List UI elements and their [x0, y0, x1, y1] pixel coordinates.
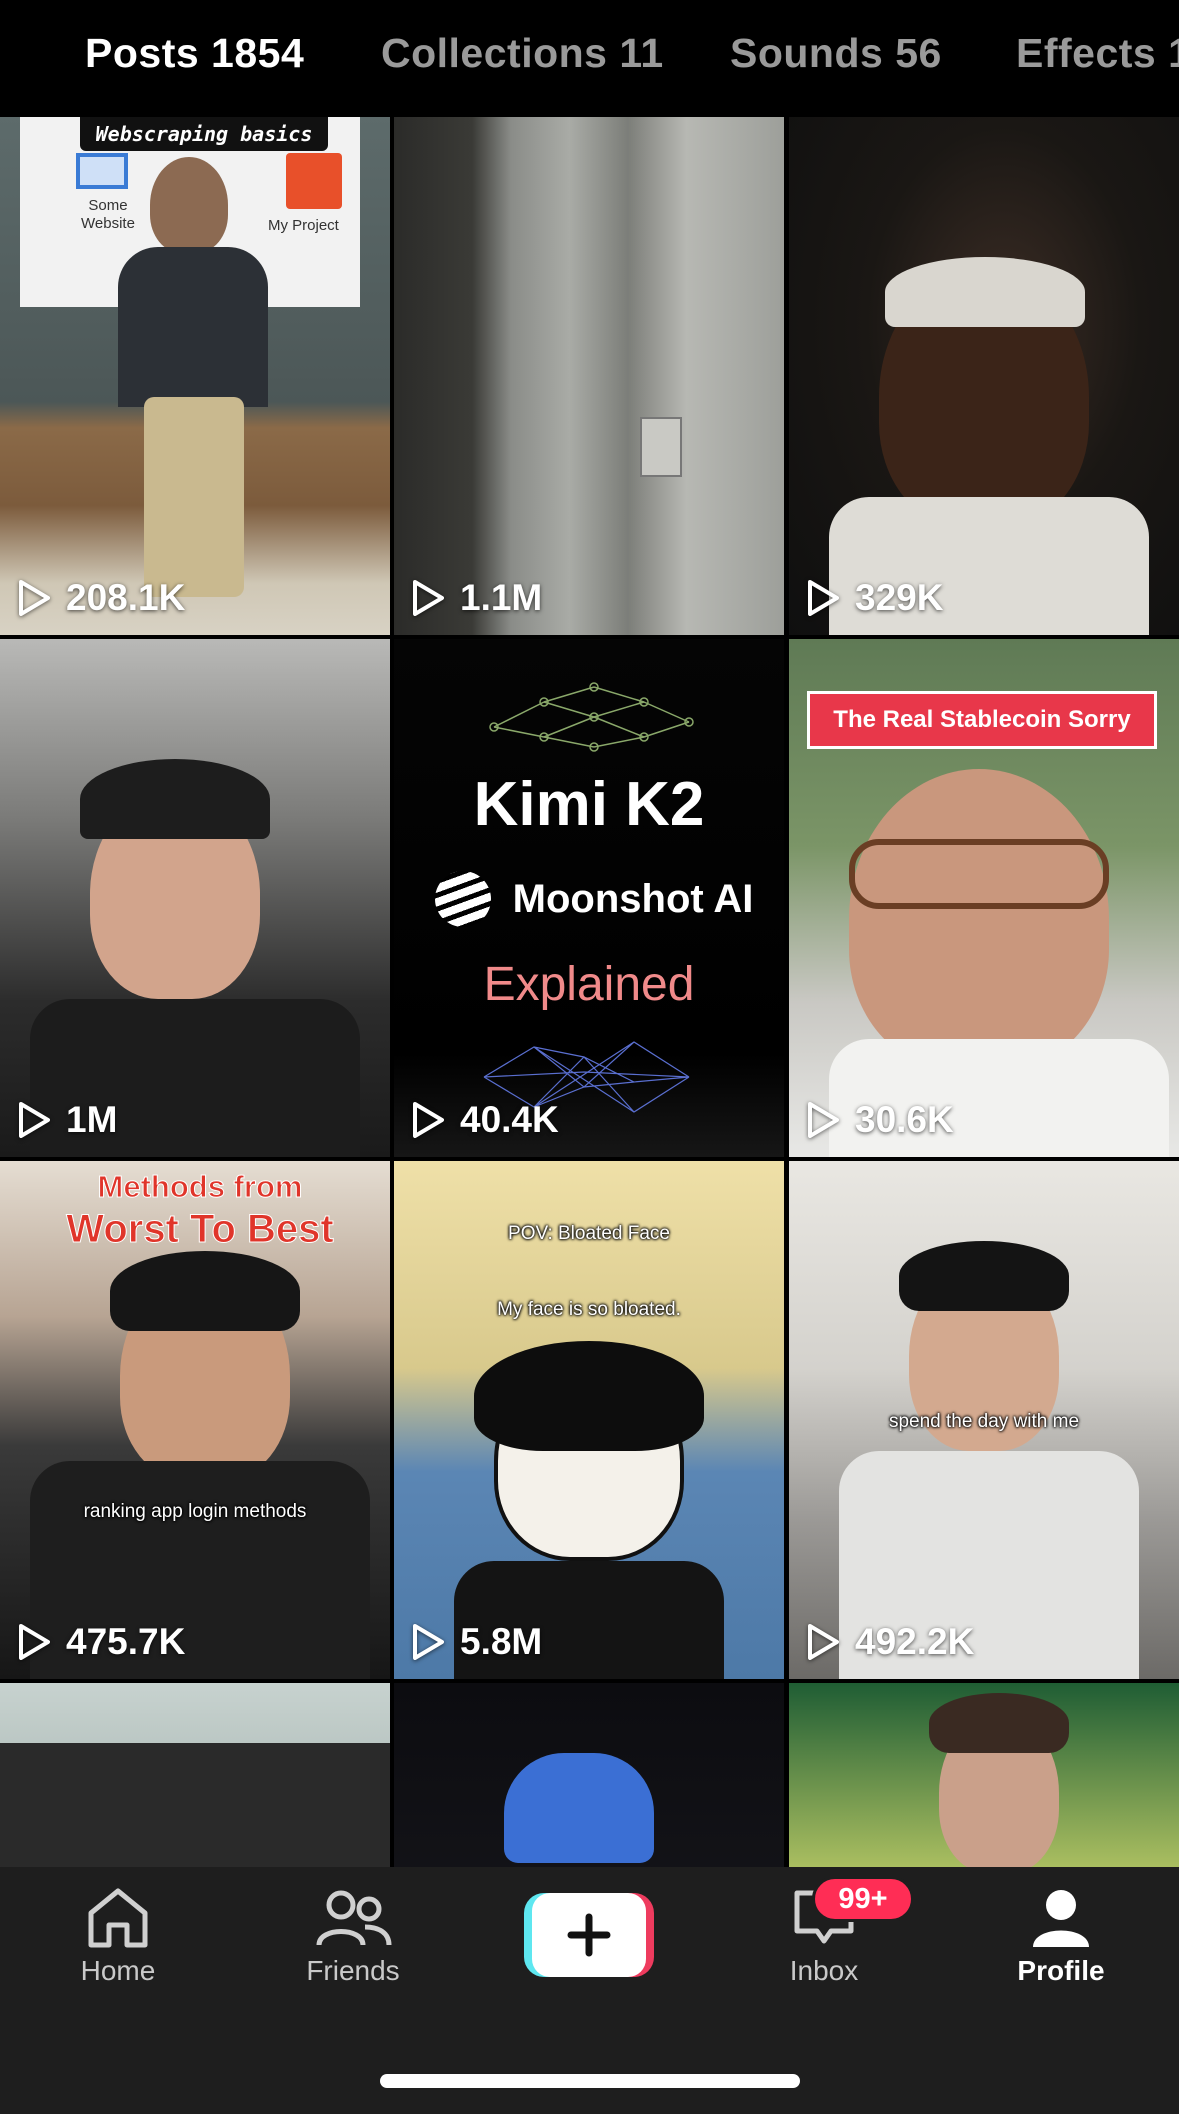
view-count: 40.4K: [410, 1099, 559, 1141]
view-count-label: 1M: [66, 1099, 118, 1140]
tab-posts[interactable]: Posts 1854: [85, 30, 304, 77]
view-count-label: 1.1M: [460, 577, 543, 618]
thumbnail-brand: Moonshot AI: [414, 871, 774, 927]
laptop-screen: [0, 1743, 390, 1867]
tab-sounds[interactable]: Sounds 56: [730, 30, 942, 77]
thumbnail-caption: POV: Bloated Face: [508, 1223, 670, 1244]
laptop-icon: [76, 153, 128, 189]
play-icon: [808, 580, 839, 616]
view-count: 329K: [805, 577, 943, 619]
video-tile[interactable]: spend the day with me 492.2K: [789, 1161, 1179, 1679]
view-count: 208.1K: [16, 577, 185, 619]
person-figure: [150, 157, 228, 253]
nav-friends-label: Friends: [306, 1955, 400, 1986]
brand-name: Moonshot AI: [512, 876, 754, 921]
cartoon-hair: [474, 1341, 704, 1451]
view-count: 1.1M: [410, 577, 542, 619]
video-grid: Webscraping basics Some Website My Proje…: [0, 117, 1179, 1867]
project-icon: [286, 153, 342, 209]
view-count: 1M: [16, 1099, 117, 1141]
nav-inbox-label: Inbox: [789, 1955, 859, 1986]
view-count: 492.2K: [805, 1621, 974, 1663]
thumbnail-subtitle: Explained: [483, 958, 695, 1011]
home-indicator: [380, 2074, 800, 2088]
profile-icon: [1033, 1890, 1089, 1947]
moonshot-logo-icon: [434, 871, 491, 927]
video-tile[interactable]: 1.1M: [394, 117, 784, 635]
glasses: [849, 839, 1109, 909]
video-tile[interactable]: Webscraping basics Some Website My Proje…: [0, 117, 390, 635]
person-figure: [118, 247, 268, 407]
nav-profile[interactable]: Profile: [981, 1885, 1141, 1987]
view-count: 30.6K: [805, 1099, 954, 1141]
play-icon: [808, 1102, 839, 1138]
nav-profile-label: Profile: [1017, 1955, 1105, 1986]
video-tile[interactable]: [0, 1683, 390, 1867]
video-tile[interactable]: [789, 1683, 1179, 1867]
thumbnail-title: Methods from: [97, 1169, 303, 1205]
friends-icon: [316, 1890, 392, 1946]
play-icon: [413, 580, 444, 616]
thumbnail-text: Some Website: [81, 197, 135, 232]
view-count-label: 208.1K: [66, 577, 186, 618]
play-icon: [19, 580, 50, 616]
thumbnail-banner: The Real Stablecoin Sorry: [807, 691, 1157, 749]
video-tile[interactable]: Kimi K2 Moonshot AI Explained 40.4K: [394, 639, 784, 1157]
play-icon: [19, 1624, 50, 1660]
tab-effects[interactable]: Effects 1: [1016, 30, 1179, 77]
hair: [899, 1241, 1069, 1311]
beanie: [504, 1753, 654, 1863]
person-figure: [144, 397, 244, 597]
thumbnail-caption: spend the day with me: [888, 1411, 1080, 1432]
play-icon: [808, 1624, 839, 1660]
video-tile[interactable]: Methods from Worst To Best ranking app l…: [0, 1161, 390, 1679]
view-count-label: 329K: [855, 577, 944, 618]
person-figure: [849, 769, 1109, 1069]
nav-friends[interactable]: Friends: [273, 1885, 433, 1987]
inbox-badge: 99+: [812, 1876, 914, 1922]
video-tile[interactable]: 329K: [789, 117, 1179, 635]
thumbnail-title: Webscraping basics: [80, 117, 328, 151]
view-count-label: 40.4K: [460, 1099, 559, 1140]
view-count-label: 30.6K: [855, 1099, 954, 1140]
play-icon: [19, 1102, 50, 1138]
video-tile[interactable]: [394, 1683, 784, 1867]
nav-home[interactable]: Home: [38, 1885, 198, 1987]
thumbnail-caption: My face is so bloated.: [497, 1299, 681, 1320]
nav-home-label: Home: [80, 1955, 156, 1986]
tab-collections[interactable]: Collections 11: [381, 30, 664, 77]
thumbnail-title: Kimi K2: [473, 770, 705, 839]
plus-icon: [567, 1913, 611, 1957]
cap: [80, 759, 270, 839]
network-graphic: [489, 682, 694, 752]
view-count: 475.7K: [16, 1621, 185, 1663]
thumbnail-caption: ranking app login methods: [83, 1501, 307, 1522]
profile-tab-bar: Posts 1854 Collections 11 Sounds 56 Effe…: [0, 0, 1179, 117]
video-tile[interactable]: POV: Bloated Face My face is so bloated.…: [394, 1161, 784, 1679]
video-tile[interactable]: 1M: [0, 639, 390, 1157]
video-tile[interactable]: The Real Stablecoin Sorry 30.6K: [789, 639, 1179, 1157]
create-button-face: [532, 1893, 646, 1977]
view-count-label: 5.8M: [460, 1621, 543, 1662]
thumbnail-title: Worst To Best: [66, 1207, 334, 1252]
hair: [929, 1693, 1069, 1753]
view-count: 5.8M: [410, 1621, 542, 1663]
create-button[interactable]: [524, 1893, 654, 1977]
play-icon: [413, 1624, 444, 1660]
light-switch: [640, 417, 682, 477]
view-count-label: 492.2K: [855, 1621, 975, 1662]
headwear: [885, 257, 1085, 327]
home-icon: [88, 1888, 148, 1948]
play-icon: [413, 1102, 444, 1138]
thumbnail-text: My Project: [268, 217, 339, 234]
view-count-label: 475.7K: [66, 1621, 186, 1662]
hair: [110, 1251, 300, 1331]
